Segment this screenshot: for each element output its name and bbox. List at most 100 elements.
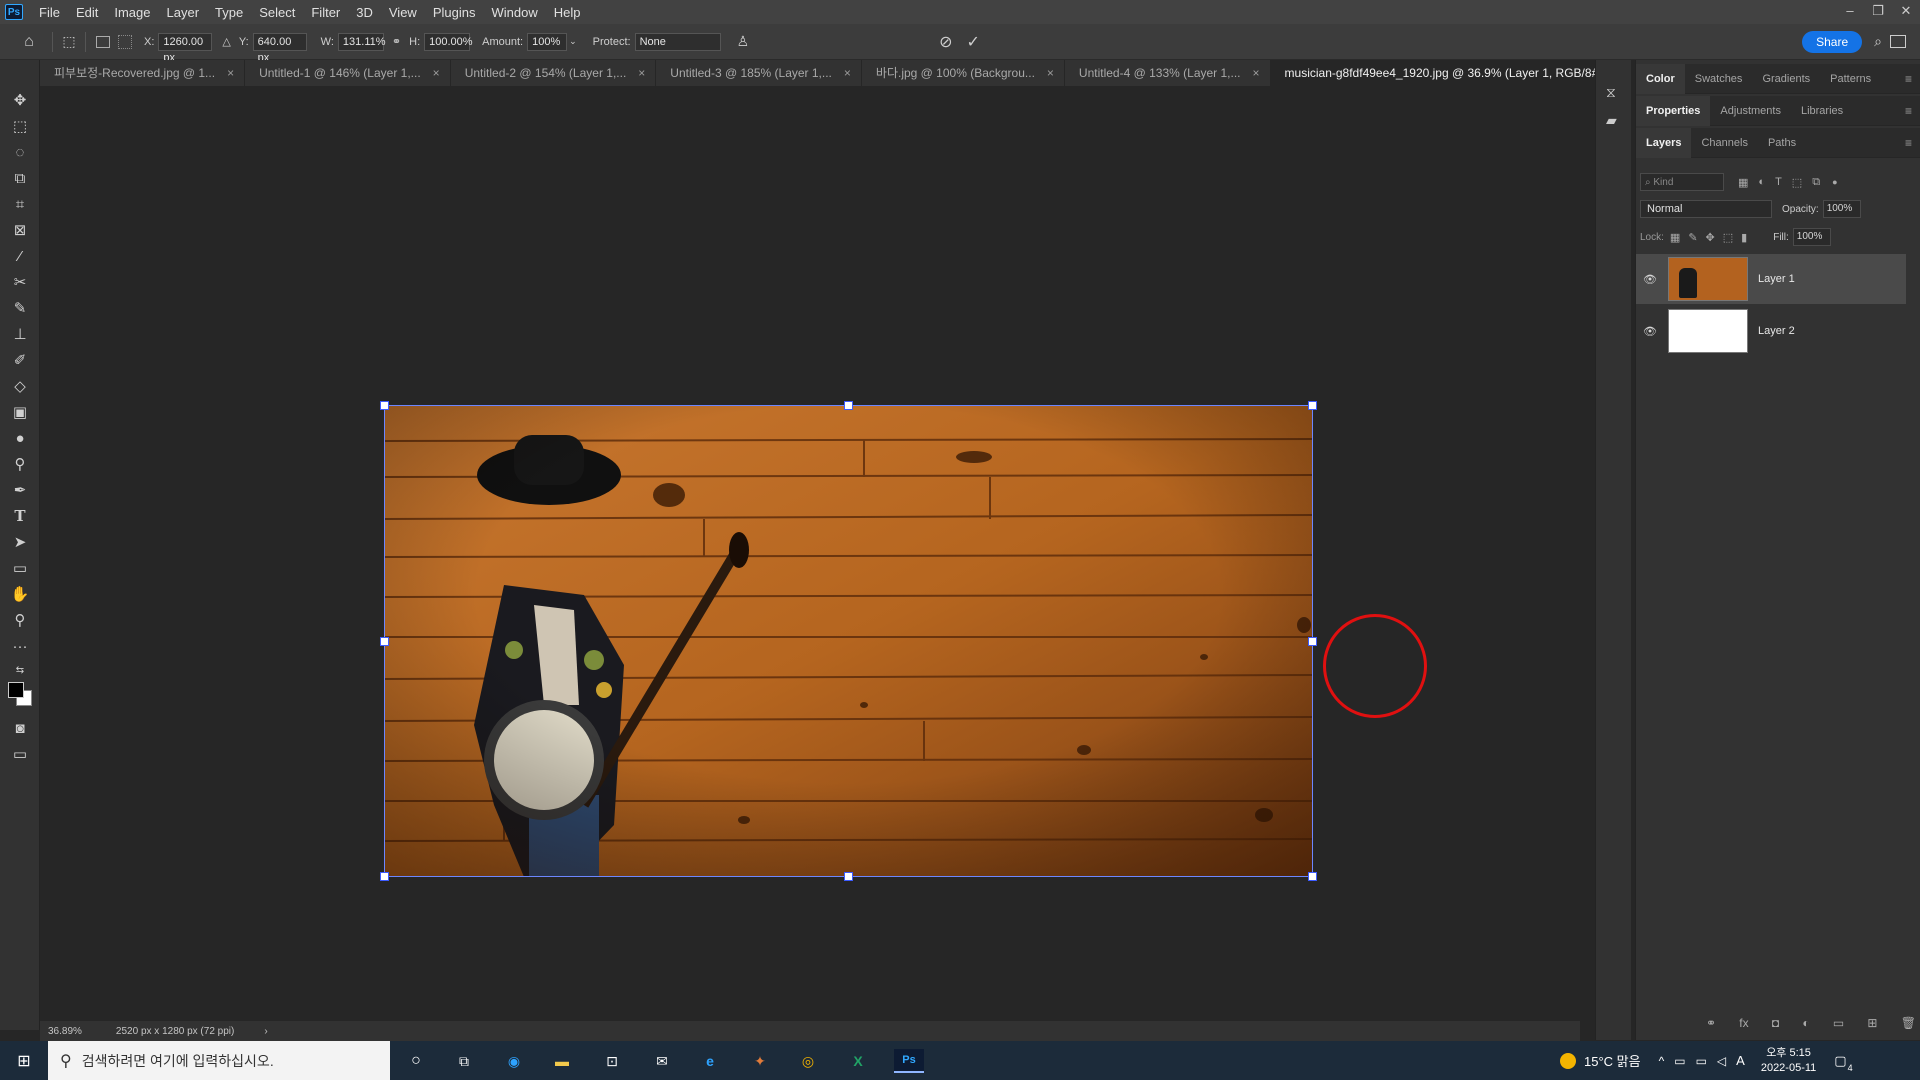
fill-input[interactable]: 100% bbox=[1792, 228, 1831, 246]
swap-colors-icon[interactable]: ⇆ bbox=[8, 658, 32, 682]
lock-transparent-icon[interactable]: ▦ bbox=[1670, 231, 1680, 244]
blur-tool-icon[interactable]: ● bbox=[8, 426, 32, 450]
lasso-tool-icon[interactable]: ◌ bbox=[8, 140, 32, 164]
lock-position-icon[interactable]: ✥ bbox=[1706, 231, 1715, 244]
panel-menu-icon[interactable]: ≡ bbox=[1905, 104, 1912, 118]
amount-input[interactable]: 100% bbox=[527, 32, 568, 51]
new-group-icon[interactable]: ▭ bbox=[1833, 1016, 1844, 1034]
close-icon[interactable]: × bbox=[1253, 60, 1260, 86]
menu-file[interactable]: File bbox=[31, 5, 68, 20]
menu-type[interactable]: Type bbox=[207, 5, 251, 20]
reference-point-icon[interactable] bbox=[118, 34, 132, 49]
weather-sun-icon[interactable] bbox=[1560, 1052, 1576, 1069]
tab-doc-5[interactable]: 바다.jpg @ 100% (Backgrou... × bbox=[862, 60, 1065, 86]
transform-tool-icon[interactable]: ⬚ bbox=[59, 33, 79, 50]
cancel-transform-icon[interactable]: ⊘ bbox=[939, 32, 952, 52]
tab-channels[interactable]: Channels bbox=[1691, 128, 1757, 158]
adjustment-layer-icon[interactable]: ◐ bbox=[1802, 1016, 1809, 1034]
filter-toggle-icon[interactable]: ● bbox=[1832, 177, 1837, 187]
status-expand-icon[interactable]: › bbox=[264, 1026, 267, 1037]
tab-doc-4[interactable]: Untitled-3 @ 185% (Layer 1,... × bbox=[656, 60, 862, 86]
visibility-eye-icon[interactable]: 👁 bbox=[1640, 273, 1660, 286]
windows-start-icon[interactable]: ⊞ bbox=[12, 1049, 36, 1073]
tab-doc-active[interactable]: musician-g8fdf49ee4_1920.jpg @ 36.9% (La… bbox=[1270, 60, 1641, 86]
tab-gradients[interactable]: Gradients bbox=[1752, 64, 1820, 94]
protect-select[interactable]: None bbox=[634, 32, 721, 51]
chrome-icon[interactable]: ◎ bbox=[796, 1049, 820, 1073]
filter-smart-object-icon[interactable]: ⧉ bbox=[1812, 176, 1820, 189]
tab-doc-3[interactable]: Untitled-2 @ 154% (Layer 1,... × bbox=[451, 60, 657, 86]
menu-3d[interactable]: 3D bbox=[348, 5, 381, 20]
taskbar-search[interactable]: ⚲ 검색하려면 여기에 입력하십시오. bbox=[48, 1041, 390, 1080]
move-tool-icon[interactable]: ✥ bbox=[8, 88, 32, 112]
filter-type-icon[interactable]: T bbox=[1775, 176, 1782, 188]
screen-mode-icon[interactable]: ▭ bbox=[8, 742, 32, 766]
tab-properties[interactable]: Properties bbox=[1636, 95, 1711, 126]
tab-patterns[interactable]: Patterns bbox=[1820, 64, 1881, 94]
quick-mask-icon[interactable]: ◙ bbox=[8, 716, 32, 740]
new-layer-icon[interactable]: ⊞ bbox=[1867, 1016, 1877, 1034]
menu-image[interactable]: Image bbox=[106, 5, 158, 20]
share-button[interactable]: Share bbox=[1802, 30, 1863, 53]
close-icon[interactable]: × bbox=[227, 60, 234, 86]
transform-handle-right[interactable] bbox=[1308, 637, 1317, 646]
photoshop-taskbar-icon[interactable]: Ps bbox=[894, 1049, 924, 1073]
frame-tool-icon[interactable]: ⊠ bbox=[8, 218, 32, 242]
notifications-icon[interactable]: ▢ 4 bbox=[1834, 1053, 1852, 1073]
transform-handle-bottom[interactable] bbox=[844, 872, 853, 881]
cortana-icon[interactable]: ○ bbox=[404, 1049, 428, 1073]
clock[interactable]: 오후 5:15 2022-05-11 bbox=[1761, 1046, 1816, 1076]
tab-doc-6[interactable]: Untitled-4 @ 133% (Layer 1,... × bbox=[1065, 60, 1271, 86]
chevron-down-icon[interactable]: ⌄ bbox=[569, 36, 577, 47]
transform-handle-bottom-right[interactable] bbox=[1308, 872, 1317, 881]
history-icon[interactable]: ⧖ bbox=[1606, 84, 1616, 101]
close-icon[interactable]: × bbox=[638, 60, 645, 86]
weather-text[interactable]: 15°C 맑음 bbox=[1584, 1051, 1641, 1070]
tab-swatches[interactable]: Swatches bbox=[1685, 64, 1753, 94]
tray-chevron-up-icon[interactable]: ^ bbox=[1659, 1054, 1665, 1068]
link-icon[interactable]: ⚭ bbox=[392, 35, 401, 48]
menu-window[interactable]: Window bbox=[483, 5, 545, 20]
menu-layer[interactable]: Layer bbox=[159, 5, 208, 20]
marquee-tool-icon[interactable]: ⬚ bbox=[8, 114, 32, 138]
close-icon[interactable]: × bbox=[433, 60, 440, 86]
transform-handle-top-right[interactable] bbox=[1308, 401, 1317, 410]
dodge-tool-icon[interactable]: ⚲ bbox=[8, 452, 32, 476]
menu-filter[interactable]: Filter bbox=[303, 5, 348, 20]
store-icon[interactable]: ⊡ bbox=[600, 1049, 624, 1073]
task-view-icon[interactable]: ⧉ bbox=[452, 1049, 476, 1073]
panel-menu-icon[interactable]: ≡ bbox=[1905, 136, 1912, 150]
add-mask-icon[interactable]: ◘ bbox=[1772, 1016, 1779, 1034]
restore-button[interactable]: ❐ bbox=[1864, 0, 1892, 24]
tab-doc-1[interactable]: 피부보정-Recovered.jpg @ 1... × bbox=[40, 60, 246, 86]
volume-muted-icon[interactable]: ◁ bbox=[1717, 1054, 1726, 1068]
height-input[interactable]: 100.00% bbox=[424, 32, 473, 51]
commit-transform-icon[interactable]: ✓ bbox=[967, 32, 980, 52]
search-icon[interactable]: ⌕ bbox=[1874, 33, 1882, 50]
menu-help[interactable]: Help bbox=[546, 5, 589, 20]
delta-icon[interactable]: △ bbox=[222, 35, 230, 48]
transform-handle-left[interactable] bbox=[380, 637, 389, 646]
artwork-wood-banjo-musician[interactable] bbox=[384, 405, 1313, 877]
hand-tool-icon[interactable]: ✋ bbox=[8, 582, 32, 606]
width-input[interactable]: 131.11% bbox=[337, 32, 386, 51]
lock-artboard-icon[interactable]: ⬚ bbox=[1723, 231, 1733, 244]
eyedropper-tool-icon[interactable]: ⁄ bbox=[8, 244, 32, 268]
rectangle-tool-icon[interactable]: ▭ bbox=[8, 556, 32, 580]
fx-icon[interactable]: fx bbox=[1739, 1016, 1748, 1034]
menu-plugins[interactable]: Plugins bbox=[425, 5, 484, 20]
app-icon[interactable]: ✦ bbox=[748, 1049, 772, 1073]
stamp-tool-icon[interactable]: ⊥ bbox=[8, 322, 32, 346]
tab-adjustments[interactable]: Adjustments bbox=[1710, 96, 1791, 126]
y-input[interactable]: 640.00 px bbox=[252, 32, 307, 64]
tab-paths[interactable]: Paths bbox=[1758, 128, 1806, 158]
internet-explorer-icon[interactable]: e bbox=[698, 1049, 722, 1073]
pen-tool-icon[interactable]: ✒ bbox=[8, 478, 32, 502]
link-layers-icon[interactable]: ⚭ bbox=[1706, 1016, 1716, 1034]
type-tool-icon[interactable]: T bbox=[8, 504, 32, 528]
transform-handle-top[interactable] bbox=[844, 401, 853, 410]
protect-skin-icon[interactable]: ♙ bbox=[737, 33, 750, 50]
network-icon[interactable]: ▭ bbox=[1696, 1054, 1707, 1068]
mail-icon[interactable]: ✉ bbox=[650, 1049, 674, 1073]
tab-doc-2[interactable]: Untitled-1 @ 146% (Layer 1,... × bbox=[245, 60, 451, 86]
